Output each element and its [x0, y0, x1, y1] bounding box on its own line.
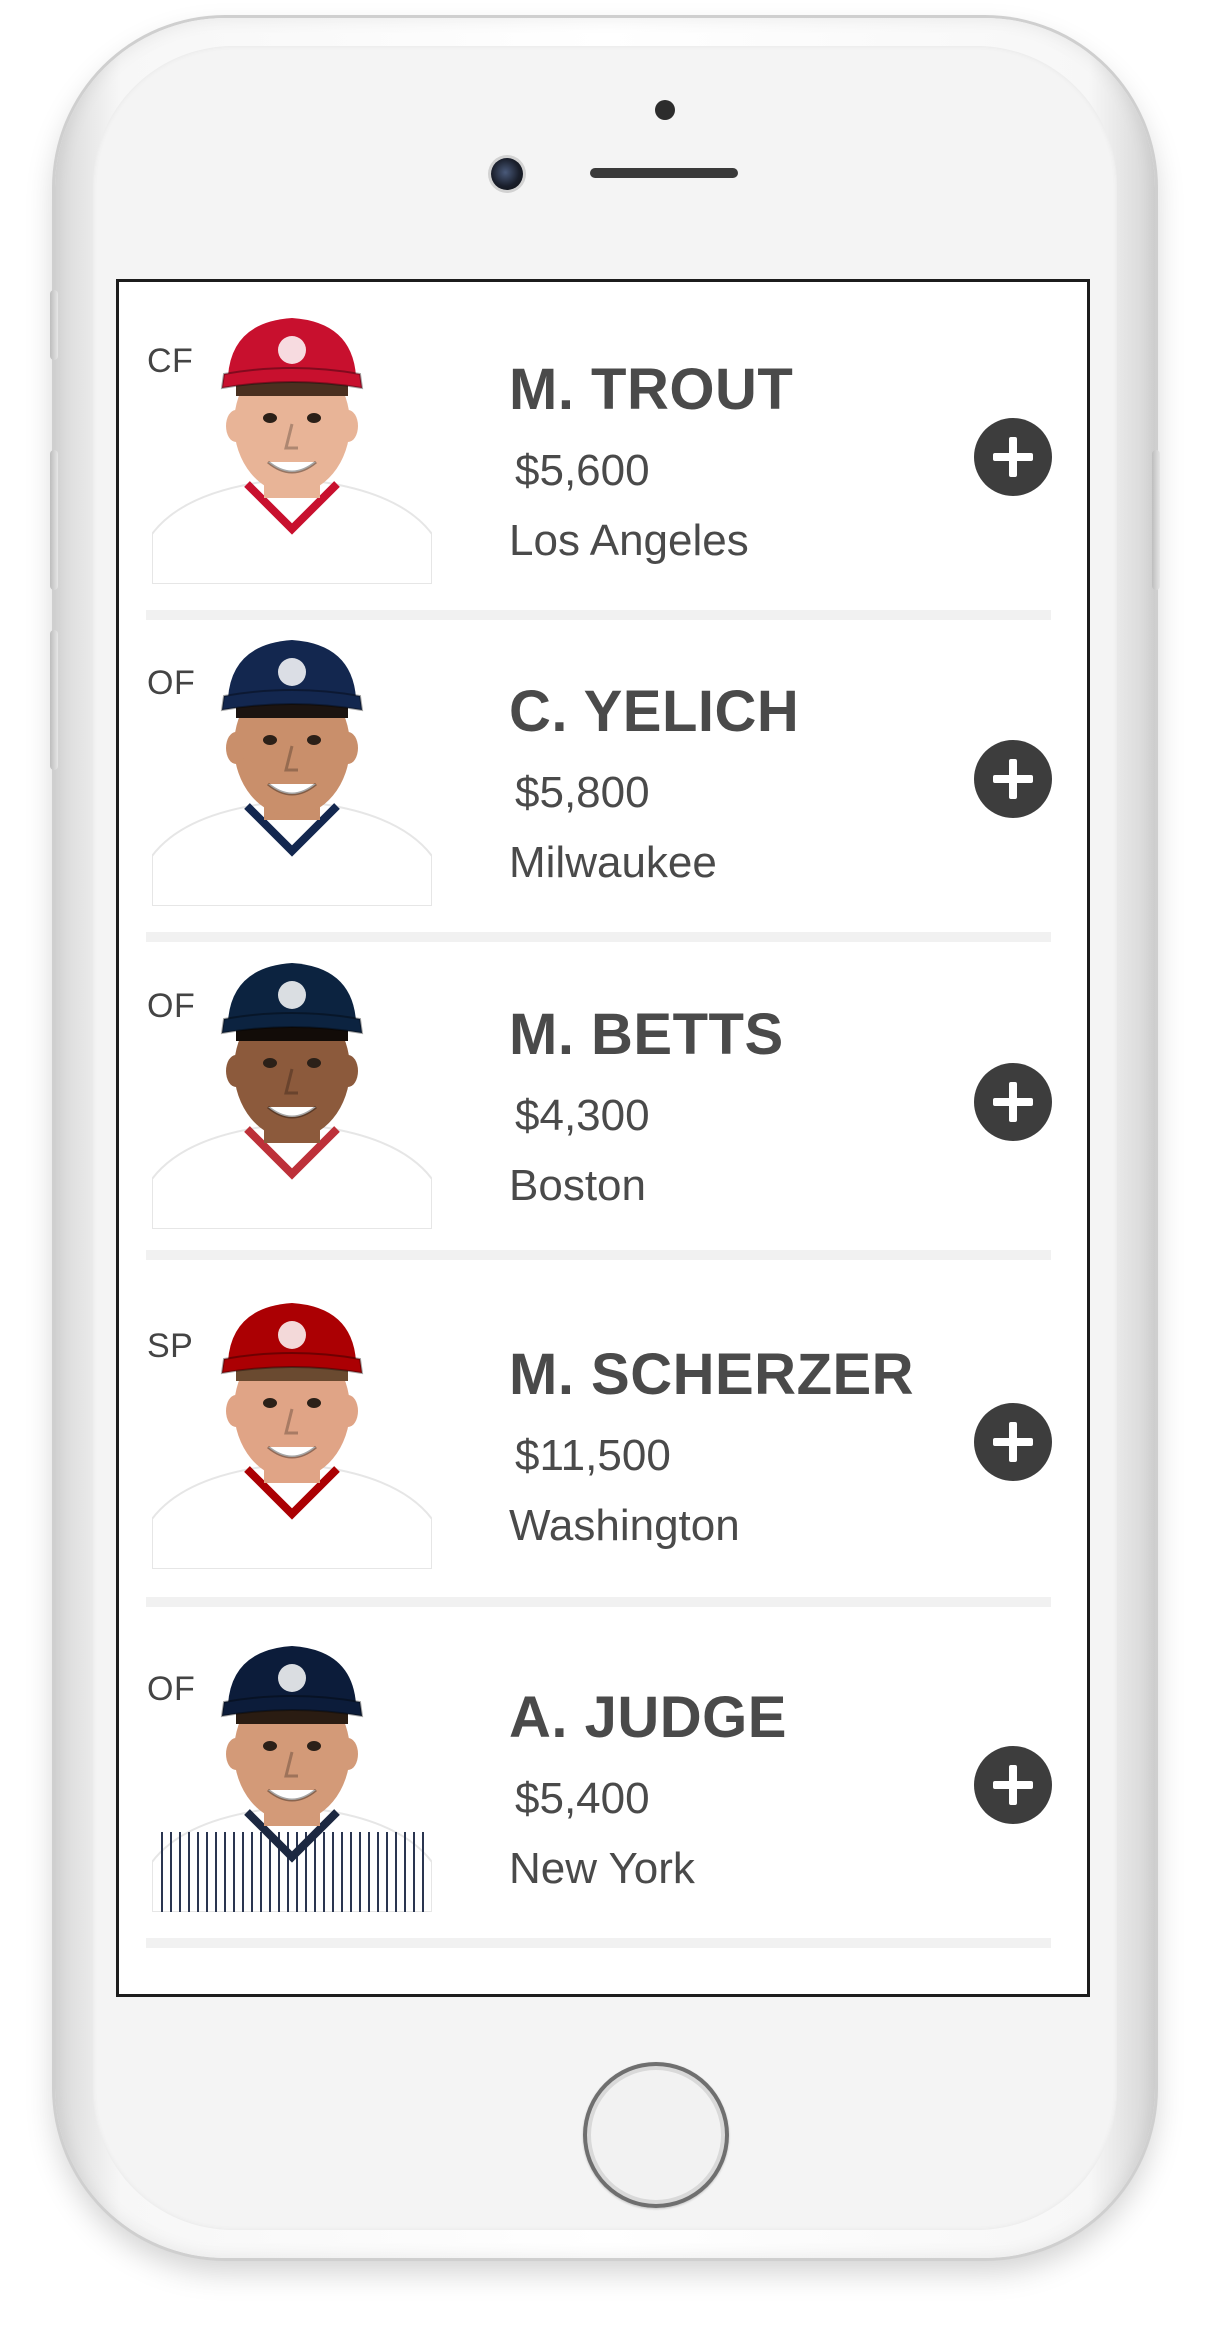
player-team: Boston	[509, 1161, 646, 1210]
plus-circle-icon[interactable]	[974, 1746, 1052, 1824]
player-team: New York	[509, 1844, 695, 1893]
player-name: M. SCHERZER	[509, 1342, 915, 1407]
row-divider	[146, 1250, 1051, 1260]
player-position: OF	[147, 664, 196, 702]
row-divider	[146, 1597, 1051, 1607]
player-salary: $4,300	[515, 1091, 650, 1140]
player-name: C. YELICH	[509, 679, 800, 744]
player-position: SP	[147, 1327, 194, 1365]
earpiece-speaker	[590, 168, 738, 178]
player-salary: $5,400	[515, 1774, 650, 1823]
player-row[interactable]: OF C. YELICH $5,800 Milwaukee	[119, 604, 1087, 942]
plus-circle-icon[interactable]	[974, 740, 1052, 818]
player-row[interactable]: SP M. SCHERZER $11,500 Washington	[119, 1267, 1087, 1610]
player-name: M. TROUT	[509, 357, 794, 422]
player-position: OF	[147, 1670, 196, 1708]
volume-up-button	[50, 450, 58, 590]
player-salary: $5,600	[515, 446, 650, 495]
player-position: CF	[147, 342, 194, 380]
player-row[interactable]: OF M. BETTS $4,300 Boston	[119, 927, 1087, 1267]
proximity-sensor	[655, 100, 675, 120]
volume-down-button	[50, 630, 58, 770]
row-divider	[146, 1938, 1051, 1948]
player-list-screen: CF M. TROUT $5,600 Los Angeles OF C. YEL…	[116, 279, 1090, 1997]
player-salary: $11,500	[515, 1431, 671, 1480]
player-row[interactable]: CF M. TROUT $5,600 Los Angeles	[119, 282, 1087, 620]
player-team: Los Angeles	[509, 516, 749, 565]
player-name: A. JUDGE	[509, 1685, 787, 1750]
player-team: Washington	[509, 1501, 740, 1550]
player-team: Milwaukee	[509, 838, 717, 887]
player-position: OF	[147, 987, 196, 1025]
power-button	[1152, 450, 1160, 590]
plus-circle-icon[interactable]	[974, 1403, 1052, 1481]
plus-circle-icon[interactable]	[974, 418, 1052, 496]
player-name: M. BETTS	[509, 1002, 784, 1067]
front-camera	[491, 158, 523, 190]
player-salary: $5,800	[515, 768, 650, 817]
player-headshot	[151, 1299, 433, 1570]
plus-circle-icon[interactable]	[974, 1063, 1052, 1141]
player-headshot	[151, 314, 433, 585]
mute-switch	[50, 290, 58, 360]
player-row[interactable]: OF A. JUDGE $5,400 New York	[119, 1610, 1087, 1980]
home-button[interactable]	[583, 2062, 729, 2208]
